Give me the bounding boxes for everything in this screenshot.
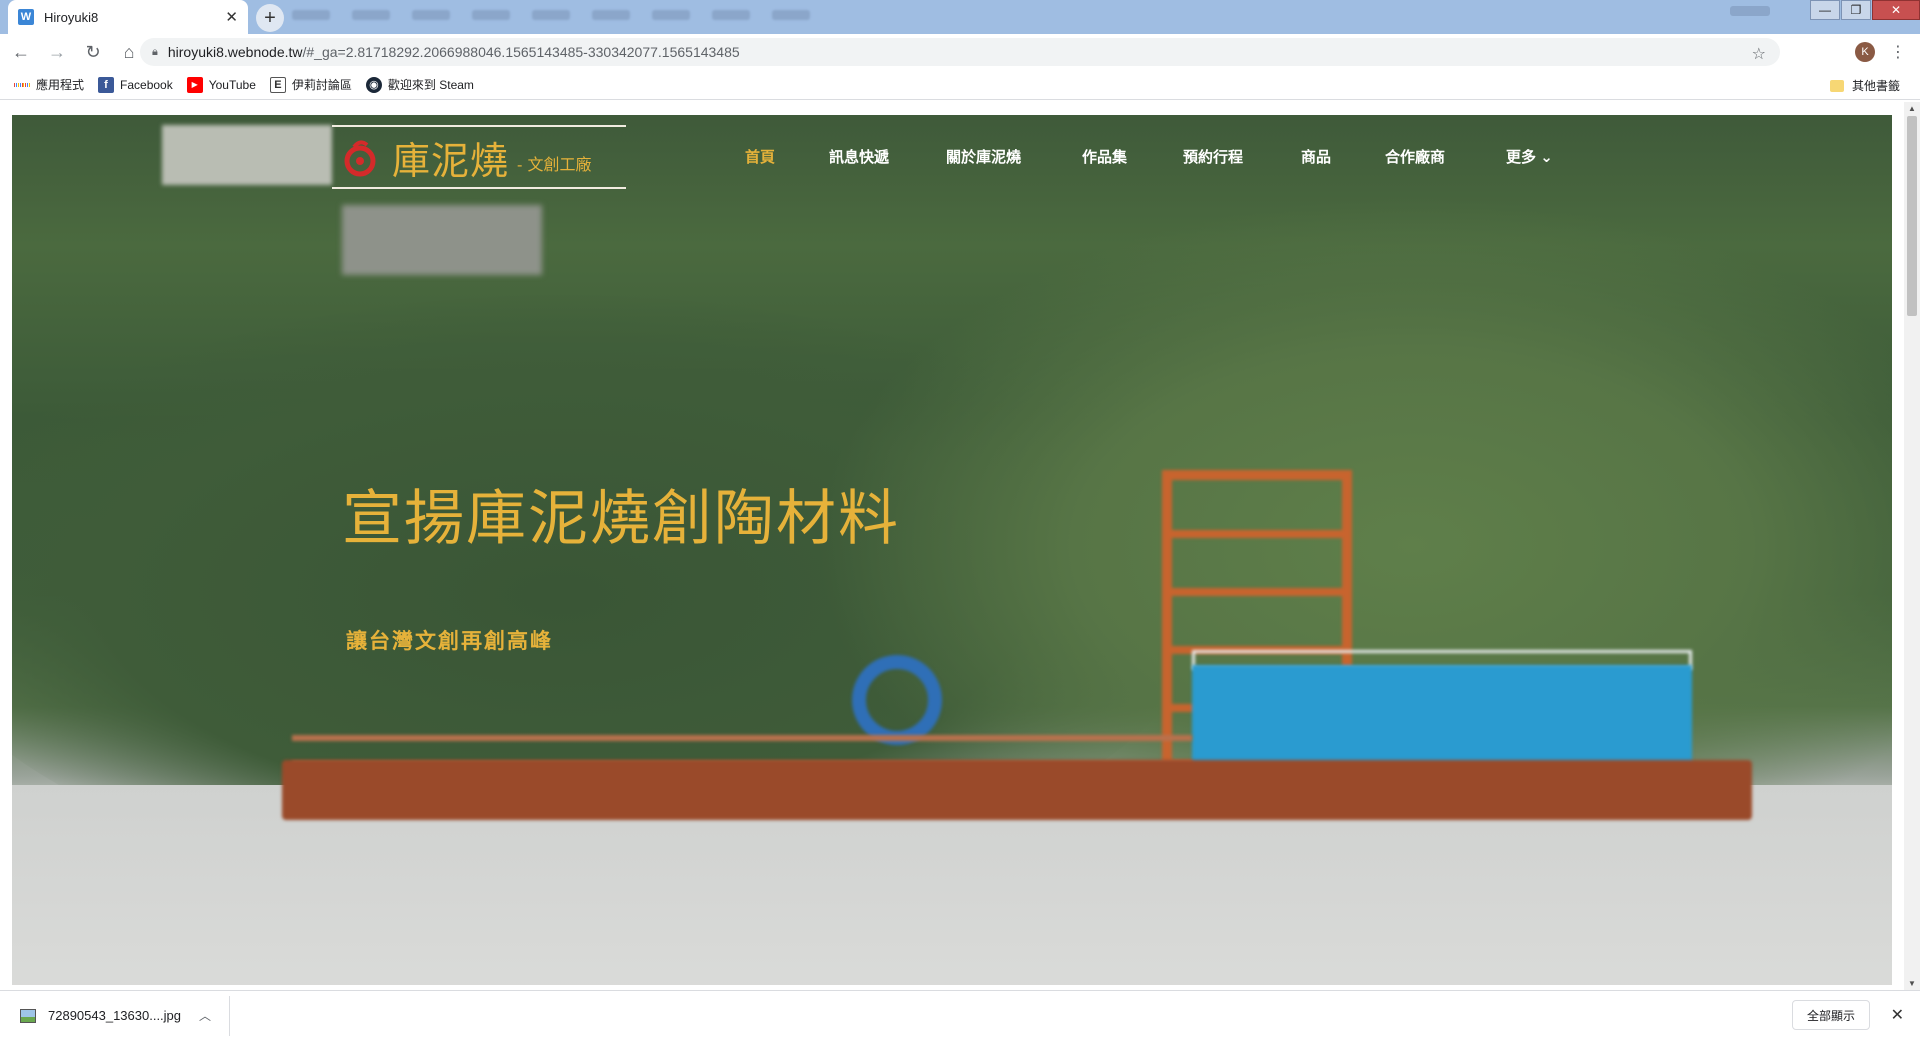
nav-portfolio[interactable]: 作品集 <box>1082 146 1127 167</box>
steam-icon: ◉ <box>365 76 382 93</box>
hero-background-image <box>12 115 1892 985</box>
window-close-button[interactable]: ✕ <box>1872 0 1920 20</box>
apps-grid-icon <box>14 77 31 93</box>
maximize-button[interactable]: ❐ <box>1841 0 1871 20</box>
bookmark-label: 歡迎來到 Steam <box>387 78 474 92</box>
download-shelf: 72890543_13630....jpg ︿ 全部顯示 ✕ <box>0 990 1920 1040</box>
bookmark-label: 應用程式 <box>36 78 85 92</box>
browser-tab[interactable]: W Hiroyuki8 ✕ <box>8 0 248 34</box>
url-host: hiroyuki8.webnode.tw <box>167 44 303 60</box>
address-bar[interactable]: 🔒︎ hiroyuki8.webnode.tw/#_ga=2.81718292.… <box>140 38 1780 66</box>
page-scrollbar[interactable]: ▲ ▼ <box>1904 102 1920 990</box>
nav-about[interactable]: 關於庫泥燒 <box>946 146 1021 167</box>
scroll-down-icon[interactable]: ▼ <box>1908 979 1916 988</box>
bookmark-star-icon[interactable]: ☆ <box>1752 44 1766 64</box>
new-tab-button[interactable]: + <box>256 4 284 32</box>
bookmarks-bar: 應用程式 f Facebook ▶ YouTube E 伊莉討論區 ◉ 歡迎來到… <box>0 70 1920 100</box>
site-nav: 首頁 訊息快遞 關於庫泥燒 作品集 預約行程 商品 合作廠商 更多 ⌄ <box>0 146 1920 168</box>
folder-icon <box>1829 79 1844 92</box>
close-shelf-icon[interactable]: ✕ <box>1891 1005 1904 1025</box>
forward-arrow-icon[interactable]: → <box>42 37 72 67</box>
blurred-user-label <box>1730 6 1770 16</box>
building-shape <box>342 205 542 275</box>
show-all-downloads-button[interactable]: 全部顯示 <box>1791 1000 1870 1030</box>
hero-title: 宣揚庫泥燒創陶材料 <box>342 484 900 554</box>
chevron-down-icon: ⌄ <box>1540 149 1553 166</box>
other-bookmarks-label: 其他書籤 <box>1851 79 1900 93</box>
lock-icon: 🔒︎ <box>152 45 158 58</box>
nav-news[interactable]: 訊息快遞 <box>829 146 889 167</box>
tab-title: Hiroyuki8 <box>44 9 99 25</box>
cable-reel <box>852 655 942 745</box>
youtube-icon: ▶ <box>186 76 203 93</box>
nav-booking[interactable]: 預約行程 <box>1183 146 1243 167</box>
bookmark-label: YouTube <box>208 77 256 92</box>
minimize-button[interactable]: — <box>1810 0 1840 20</box>
nav-partners[interactable]: 合作廠商 <box>1385 146 1445 167</box>
bookmark-eyny[interactable]: E 伊莉討論區 <box>269 76 352 93</box>
bookmark-label: Facebook <box>120 77 173 92</box>
barge-hull <box>282 760 1752 820</box>
reload-icon[interactable]: ↻ <box>78 37 108 67</box>
window-controls: — ❐ ✕ <box>1809 0 1920 20</box>
eyny-icon: E <box>269 76 286 93</box>
download-filename: 72890543_13630....jpg <box>48 1008 182 1023</box>
scroll-up-icon[interactable]: ▲ <box>1908 104 1916 113</box>
bookmark-steam[interactable]: ◉ 歡迎來到 Steam <box>365 76 474 93</box>
bookmark-facebook[interactable]: f Facebook <box>98 76 173 93</box>
browser-toolbar: ← → ↻ ⌂ 🔒︎ hiroyuki8.webnode.tw/#_ga=2.8… <box>0 34 1920 70</box>
other-bookmarks[interactable]: 其他書籤 <box>1829 77 1900 94</box>
hero-subtitle: 讓台灣文創再創高峰 <box>346 628 553 653</box>
tab-strip: W Hiroyuki8 ✕ + — ❐ ✕ <box>0 0 1920 34</box>
bookmark-apps[interactable]: 應用程式 <box>14 76 84 93</box>
nav-more[interactable]: 更多 ⌄ <box>1506 146 1553 167</box>
chevron-up-icon[interactable]: ︿ <box>199 1007 211 1024</box>
scrollbar-thumb[interactable] <box>1907 116 1917 316</box>
nav-products[interactable]: 商品 <box>1301 146 1331 167</box>
bookmark-youtube[interactable]: ▶ YouTube <box>186 76 256 93</box>
back-arrow-icon[interactable]: ← <box>6 37 36 67</box>
image-file-icon <box>20 1008 36 1023</box>
browser-menu-icon[interactable]: ⋮ <box>1890 42 1906 62</box>
url-path: /#_ga=2.81718292.2066988046.1565143485-3… <box>302 44 740 60</box>
profile-avatar[interactable]: K <box>1855 42 1875 62</box>
nav-home[interactable]: 首頁 <box>745 146 775 167</box>
nav-more-label: 更多 <box>1506 149 1537 166</box>
blurred-tab-titles <box>292 10 810 20</box>
tab-close-icon[interactable]: ✕ <box>225 8 238 26</box>
facebook-icon: f <box>98 76 115 93</box>
webnode-favicon-icon: W <box>18 9 34 25</box>
bookmark-label: 伊莉討論區 <box>291 78 352 92</box>
download-item[interactable]: 72890543_13630....jpg ︿ <box>20 995 230 1036</box>
